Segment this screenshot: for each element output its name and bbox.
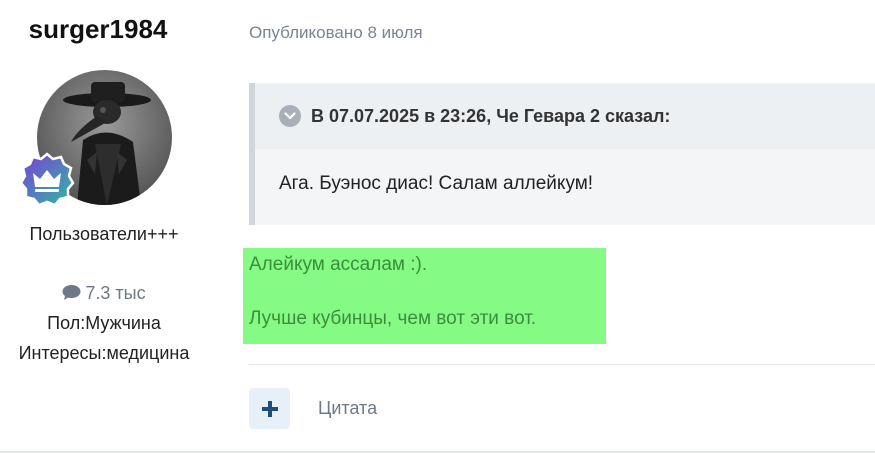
reply-line-2: Лучше кубинцы, чем вот эти вот. (249, 308, 537, 329)
quote-button[interactable]: Цитата (318, 398, 377, 419)
quote-text: Ага. Буэнос диас! Салам аллейкум! (279, 173, 594, 194)
crown-icon (19, 152, 75, 207)
plus-icon (261, 400, 278, 417)
post-count: 7.3 тыс (0, 283, 208, 304)
forum-post: surger1984 Пользователи+++ 7.3 тыс Пол:М… (0, 0, 875, 453)
gender-field: Пол:Мужчина (47, 313, 161, 333)
post-date[interactable]: Опубликовано 8 июля (249, 23, 423, 43)
chevron-down-icon[interactable] (279, 105, 301, 127)
quote-citation: В 07.07.2025 в 23:26, Че Гевара 2 сказал… (311, 105, 671, 126)
reply-line-1: Алейкум ассалам :). (249, 254, 428, 275)
user-group: Пользователи+++ (29, 224, 179, 244)
interests-field: Интересы:медицина (18, 343, 190, 363)
comment-icon (62, 285, 81, 300)
post-count-value: 7.3 тыс (85, 283, 146, 303)
multiquote-add-button[interactable] (249, 388, 290, 429)
quote-block: В 07.07.2025 в 23:26, Че Гевара 2 сказал… (249, 83, 875, 225)
author-username[interactable]: surger1984 (0, 14, 196, 45)
divider (249, 364, 875, 365)
quote-header[interactable]: В 07.07.2025 в 23:26, Че Гевара 2 сказал… (255, 83, 875, 149)
rank-badge (18, 151, 76, 209)
